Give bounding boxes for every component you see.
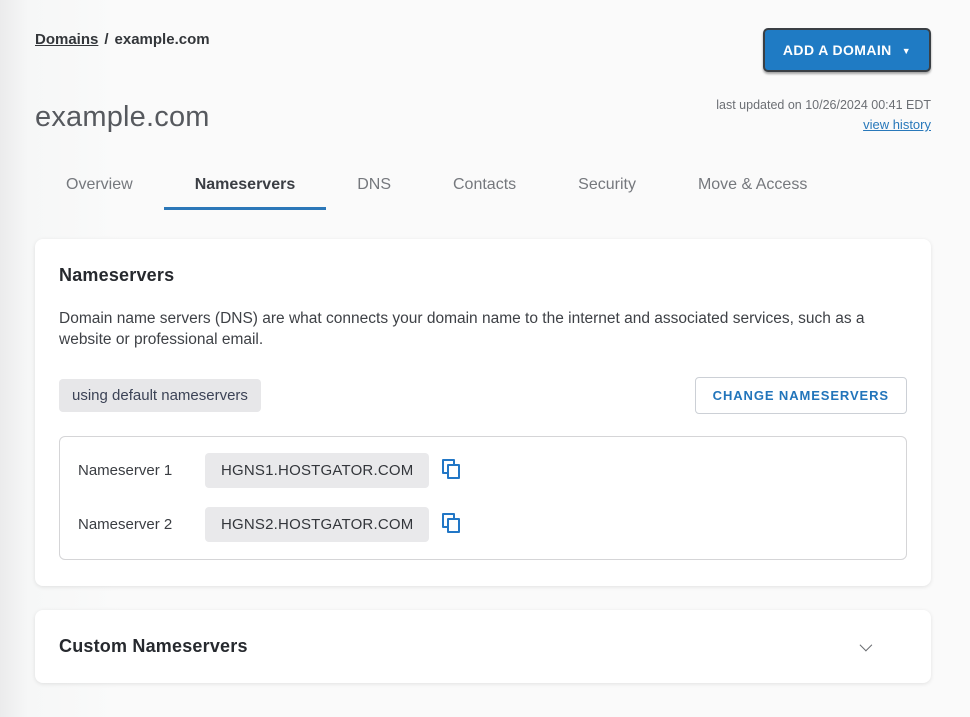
copy-icon[interactable] (442, 513, 463, 536)
header: Domains / example.com ADD A DOMAIN ▼ (35, 28, 931, 72)
caret-down-icon: ▼ (902, 46, 911, 56)
nameserver-row-2: Nameserver 2 HGNS2.HOSTGATOR.COM (78, 507, 888, 542)
last-updated-text: last updated on 10/26/2024 00:41 EDT (716, 98, 931, 112)
breadcrumb-domains-link[interactable]: Domains (35, 31, 98, 48)
nameservers-description: Domain name servers (DNS) are what conne… (59, 308, 897, 350)
nameserver-1-value: HGNS1.HOSTGATOR.COM (205, 453, 429, 488)
nameserver-2-label: Nameserver 2 (78, 516, 205, 533)
nameserver-list-box: Nameserver 1 HGNS1.HOSTGATOR.COM Nameser… (59, 436, 907, 560)
change-nameservers-button[interactable]: CHANGE NAMESERVERS (695, 377, 907, 414)
breadcrumb: Domains / example.com (35, 28, 210, 48)
custom-nameservers-card[interactable]: Custom Nameservers (35, 610, 931, 683)
domain-detail-page: Domains / example.com ADD A DOMAIN ▼ examp… (0, 0, 970, 683)
chevron-down-icon[interactable] (860, 639, 873, 652)
status-badge: using default nameservers (59, 379, 261, 412)
copy-icon[interactable] (442, 459, 463, 482)
nameserver-row-1: Nameserver 1 HGNS1.HOSTGATOR.COM (78, 453, 888, 488)
tab-overview[interactable]: Overview (35, 166, 164, 210)
nameserver-2-value: HGNS2.HOSTGATOR.COM (205, 507, 429, 542)
breadcrumb-separator: / (104, 31, 108, 48)
tab-security[interactable]: Security (547, 166, 667, 210)
breadcrumb-current: example.com (115, 31, 210, 48)
page-title: example.com (35, 101, 210, 134)
tab-bar: Overview Nameservers DNS Contacts Securi… (35, 166, 931, 210)
tab-dns[interactable]: DNS (326, 166, 422, 210)
nameserver-1-label: Nameserver 1 (78, 462, 205, 479)
nameservers-actions-row: using default nameservers CHANGE NAMESER… (59, 377, 907, 414)
custom-nameservers-heading: Custom Nameservers (59, 636, 248, 657)
title-row: example.com last updated on 10/26/2024 0… (35, 98, 931, 134)
add-a-domain-label: ADD A DOMAIN (783, 42, 892, 58)
tab-nameservers[interactable]: Nameservers (164, 166, 327, 210)
nameservers-heading: Nameservers (59, 265, 907, 286)
view-history-link[interactable]: view history (863, 117, 931, 132)
nameservers-card: Nameservers Domain name servers (DNS) ar… (35, 239, 931, 586)
tab-move-access[interactable]: Move & Access (667, 166, 838, 210)
add-a-domain-button[interactable]: ADD A DOMAIN ▼ (763, 28, 931, 72)
tab-contacts[interactable]: Contacts (422, 166, 547, 210)
update-meta: last updated on 10/26/2024 00:41 EDT vie… (716, 98, 931, 134)
